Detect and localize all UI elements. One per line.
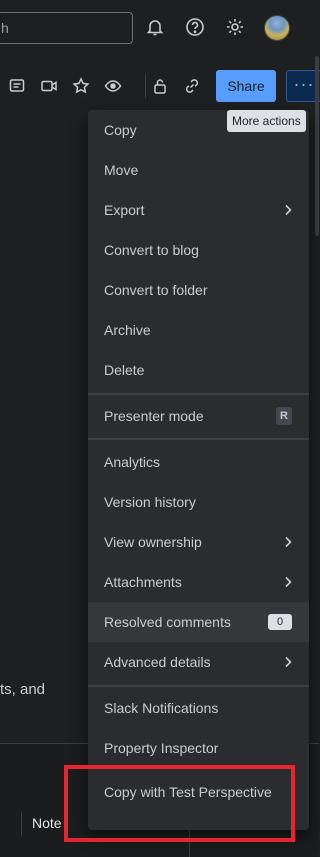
menu-item-resolved-comments[interactable]: Resolved comments 0 [88, 602, 309, 642]
menu-separator [88, 685, 309, 687]
scrollbar[interactable] [315, 56, 319, 236]
chevron-right-icon [285, 536, 292, 548]
avatar[interactable] [264, 15, 290, 41]
menu-item-attachments[interactable]: Attachments [88, 562, 309, 602]
share-button[interactable]: Share [216, 70, 276, 102]
restrictions-icon[interactable] [149, 75, 171, 97]
note-label[interactable]: Note [32, 815, 62, 831]
menu-item-label: Presenter mode [104, 408, 204, 424]
count-badge: 0 [268, 614, 292, 630]
menu-item-label: Resolved comments [104, 614, 231, 630]
search-input[interactable]: h [0, 12, 133, 44]
menu-item-move[interactable]: Move [88, 150, 309, 190]
menu-item-version-history[interactable]: Version history [88, 482, 309, 522]
menu-item-view-ownership[interactable]: View ownership [88, 522, 309, 562]
comment-icon[interactable] [6, 75, 28, 97]
chevron-right-icon [285, 576, 292, 588]
watch-icon[interactable] [102, 75, 124, 97]
star-icon[interactable] [70, 75, 92, 97]
more-actions-menu: Copy Move Export Convert to blog Convert… [88, 110, 309, 830]
panel-divider [21, 812, 22, 836]
menu-item-label: Advanced details [104, 654, 211, 670]
menu-item-archive[interactable]: Archive [88, 310, 309, 350]
chevron-right-icon [285, 204, 292, 216]
menu-item-label: Attachments [104, 574, 182, 590]
menu-item-label: Export [104, 202, 145, 218]
toolbar-divider [145, 74, 146, 98]
chevron-right-icon [285, 656, 292, 668]
top-header: h [0, 0, 319, 56]
menu-item-convert-to-blog[interactable]: Convert to blog [88, 230, 309, 270]
menu-item-slack-notifications[interactable]: Slack Notifications [88, 688, 309, 728]
shortcut-badge: R [276, 407, 292, 425]
notifications-icon[interactable] [143, 15, 167, 39]
more-actions-tooltip: More actions [227, 110, 306, 132]
menu-item-property-inspector[interactable]: Property Inspector [88, 728, 309, 768]
menu-item-advanced-details[interactable]: Advanced details [88, 642, 309, 682]
video-icon[interactable] [38, 75, 60, 97]
menu-item-label: View ownership [104, 534, 202, 550]
settings-icon[interactable] [223, 15, 247, 39]
help-icon[interactable] [183, 15, 207, 39]
menu-separator [88, 393, 309, 395]
menu-item-analytics[interactable]: Analytics [88, 442, 309, 482]
menu-item-presenter-mode[interactable]: Presenter mode R [88, 396, 309, 436]
copy-link-icon[interactable] [181, 75, 203, 97]
menu-item-convert-to-folder[interactable]: Convert to folder [88, 270, 309, 310]
menu-item-export[interactable]: Export [88, 190, 309, 230]
menu-item-delete[interactable]: Delete [88, 350, 309, 390]
page-body-text: ts, and [0, 681, 46, 698]
highlight-annotation [64, 765, 295, 842]
menu-separator [88, 438, 309, 440]
